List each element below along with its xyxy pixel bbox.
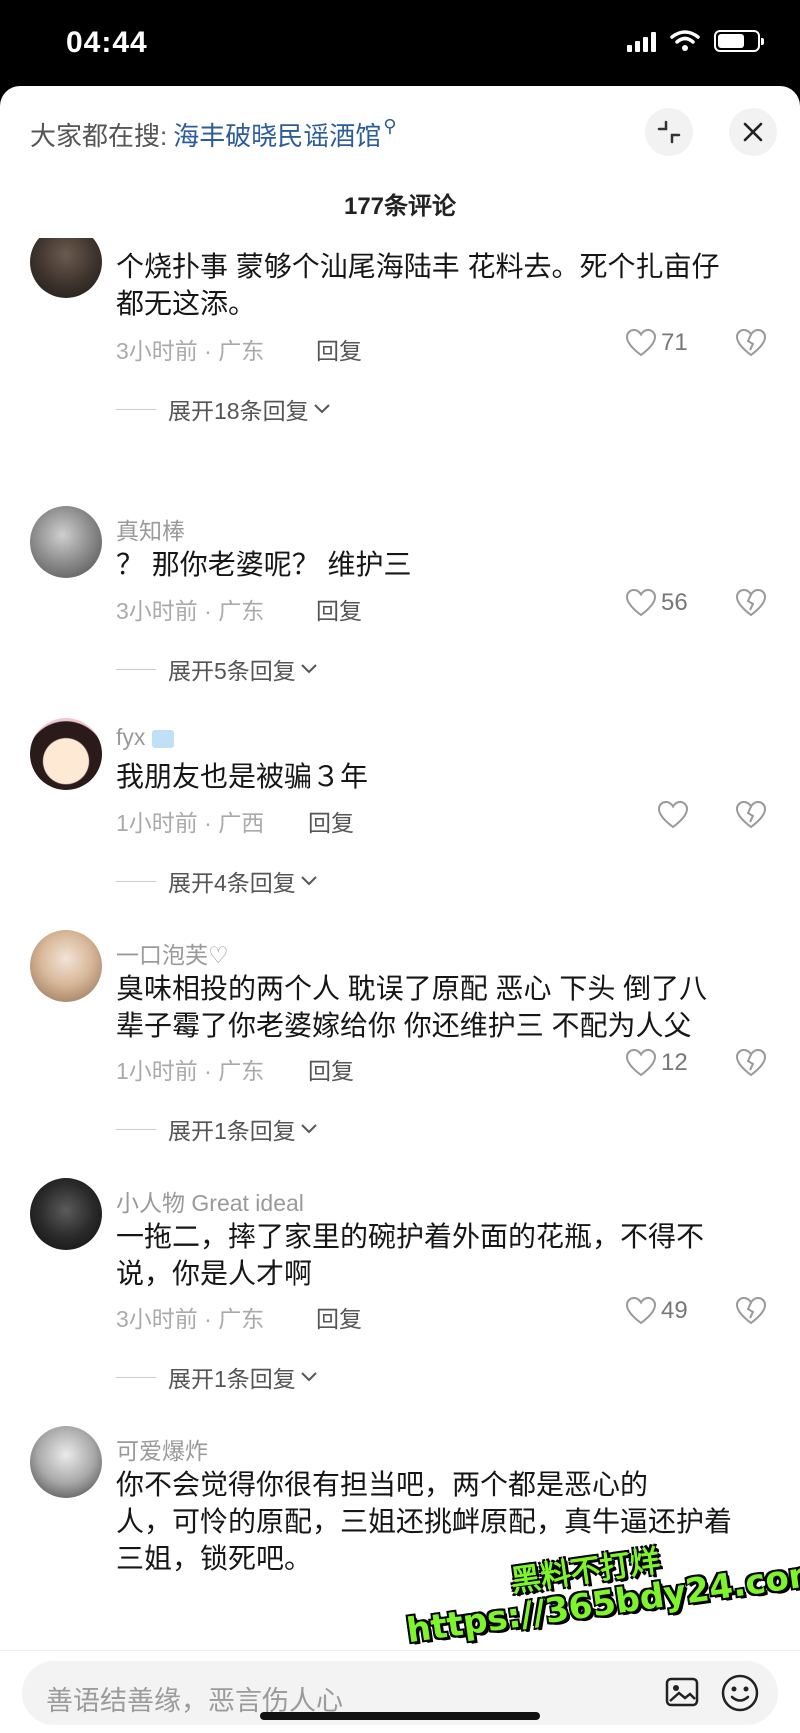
avatar[interactable] [30, 1178, 102, 1250]
search-icon: ⚲ [383, 116, 397, 136]
reply-button[interactable]: 回复 [308, 1052, 354, 1086]
like-count: 71 [661, 329, 688, 356]
dislike-button[interactable] [735, 588, 767, 623]
comment-nickname[interactable]: 真知棒 [116, 512, 185, 546]
search-term-link[interactable]: 海丰破晓民谣酒馆 [173, 116, 381, 153]
broken-heart-icon [735, 588, 767, 617]
emoji-icon [721, 1674, 759, 1712]
chevron-down-icon [301, 876, 317, 886]
comment-text: 你不会觉得你很有担当吧，两个都是恶心的 人，可怜的原配，三姐还挑衅原配，真牛逼还… [116, 1469, 733, 1574]
broken-heart-icon [735, 1296, 767, 1325]
status-icons [627, 30, 764, 52]
broken-heart-icon [735, 328, 767, 357]
comment-text: 个烧扑事 蒙够个汕尾海陆丰 花料去。死个扎亩仔 都无这添。 [116, 251, 720, 319]
comment-text: 我朋友也是被骗３年 [116, 761, 369, 792]
like-button[interactable]: 49 [625, 1296, 688, 1326]
wifi-icon [670, 30, 700, 51]
comment-meta: 3小时前 · 广东 [116, 338, 265, 364]
heart-icon [625, 1048, 657, 1077]
heart-icon [625, 328, 657, 357]
badge-icon [151, 729, 174, 748]
emoji-button[interactable] [720, 1673, 760, 1718]
broken-heart-icon [735, 1048, 767, 1077]
like-count: 12 [661, 1049, 688, 1076]
status-bar: 04:44 [0, 0, 800, 88]
comment-text: ？ 那你老婆呢？ 维护三 [116, 549, 412, 580]
expand-replies-button[interactable]: 展开1条回复 [116, 1360, 318, 1394]
expand-replies-button[interactable]: 展开18条回复 [116, 392, 331, 426]
avatar[interactable] [30, 506, 102, 578]
comment-sheet: 大家都在搜: 海丰破晓民谣酒馆 ⚲ 177条评论 个烧扑事 蒙够个汕尾海陆丰 花… [0, 86, 800, 1733]
like-button[interactable]: 71 [625, 328, 688, 358]
comment-item: 可爱爆炸 你不会觉得你很有担当吧，两个都是恶心的 人，可怜的原配，三姐还挑衅原配… [0, 1426, 800, 1650]
comment-nickname[interactable]: 一口泡芙♡ [116, 936, 229, 970]
reply-button[interactable]: 回复 [316, 332, 362, 366]
collapse-icon [657, 120, 681, 144]
chevron-down-icon [313, 404, 330, 414]
expand-replies-button[interactable]: 展开1条回复 [116, 1112, 318, 1146]
chevron-down-icon [301, 1124, 317, 1134]
image-icon [665, 1677, 699, 1707]
chevron-down-icon [301, 664, 317, 674]
like-button[interactable]: 12 [625, 1048, 688, 1078]
cellular-signal-icon [627, 30, 656, 52]
dislike-button[interactable] [735, 1296, 767, 1331]
collapse-button[interactable] [645, 108, 693, 156]
home-indicator [260, 1712, 540, 1720]
comment-text: 臭味相投的两个人 耽误了原配 恶心 下头 倒了八 辈子霉了你老婆嫁给你 你还维护… [116, 973, 708, 1041]
close-button[interactable] [729, 108, 777, 156]
chevron-down-icon [301, 1372, 317, 1382]
avatar[interactable] [30, 1426, 102, 1498]
broken-heart-icon [735, 800, 767, 829]
comment-item: 个烧扑事 蒙够个汕尾海陆丰 花料去。死个扎亩仔 都无这添。 3小时前 · 广东 … [0, 238, 800, 426]
dislike-button[interactable] [735, 328, 767, 363]
comment-meta: 3小时前 · 广东 [116, 598, 265, 624]
comment-nickname[interactable]: 小人物 Great ideal [116, 1184, 304, 1218]
comment-meta: 1小时前 · 广东 [116, 1058, 265, 1084]
reply-button[interactable]: 回复 [308, 804, 354, 838]
comment-meta: 3小时前 · 广东 [116, 1306, 265, 1332]
like-count: 49 [661, 1297, 688, 1324]
search-suggestion[interactable]: 大家都在搜: 海丰破晓民谣酒馆 ⚲ [30, 116, 396, 153]
dislike-button[interactable] [735, 800, 767, 835]
avatar[interactable] [30, 930, 102, 1002]
comment-nickname[interactable]: fyx [116, 724, 174, 751]
status-time: 04:44 [66, 26, 148, 59]
comment-nickname[interactable]: 可爱爆炸 [116, 1432, 208, 1466]
like-count: 56 [661, 589, 688, 616]
reply-button[interactable]: 回复 [316, 1300, 362, 1334]
comment-item: fyx 我朋友也是被骗３年 1小时前 · 广西 回复 展开4条回复 [0, 718, 800, 898]
close-icon [743, 122, 763, 142]
like-button[interactable]: 56 [625, 588, 688, 618]
comment-count: 177条评论 [343, 193, 457, 220]
comment-input-bar: 善语结善缘，恶言伤人心 [0, 1650, 800, 1733]
comment-item: 一口泡芙♡ 臭味相投的两个人 耽误了原配 恶心 下头 倒了八 辈子霉了你老婆嫁给… [0, 930, 800, 1150]
heart-icon [625, 1296, 657, 1325]
expand-replies-button[interactable]: 展开4条回复 [116, 864, 318, 898]
avatar[interactable] [30, 238, 102, 298]
comment-meta: 1小时前 · 广西 [116, 810, 265, 836]
like-button[interactable] [657, 800, 689, 830]
comment-item: 真知棒 ？ 那你老婆呢？ 维护三 3小时前 · 广东 回复 56 展开5条回复 [0, 506, 800, 686]
avatar[interactable] [30, 718, 102, 790]
comment-text: 一拖二，摔了家里的碗护着外面的花瓶，不得不 说，你是人才啊 [116, 1221, 705, 1289]
dislike-button[interactable] [735, 1048, 767, 1083]
search-prefix: 大家都在搜: [30, 121, 168, 151]
battery-icon [714, 30, 764, 52]
comment-item: 小人物 Great ideal 一拖二，摔了家里的碗护着外面的花瓶，不得不 说，… [0, 1178, 800, 1398]
image-button[interactable] [664, 1675, 700, 1714]
expand-replies-button[interactable]: 展开5条回复 [116, 652, 318, 686]
heart-icon [657, 800, 689, 829]
comment-list[interactable]: 个烧扑事 蒙够个汕尾海陆丰 花料去。死个扎亩仔 都无这添。 3小时前 · 广东 … [0, 238, 800, 1650]
heart-icon [625, 588, 657, 617]
reply-button[interactable]: 回复 [316, 592, 362, 626]
